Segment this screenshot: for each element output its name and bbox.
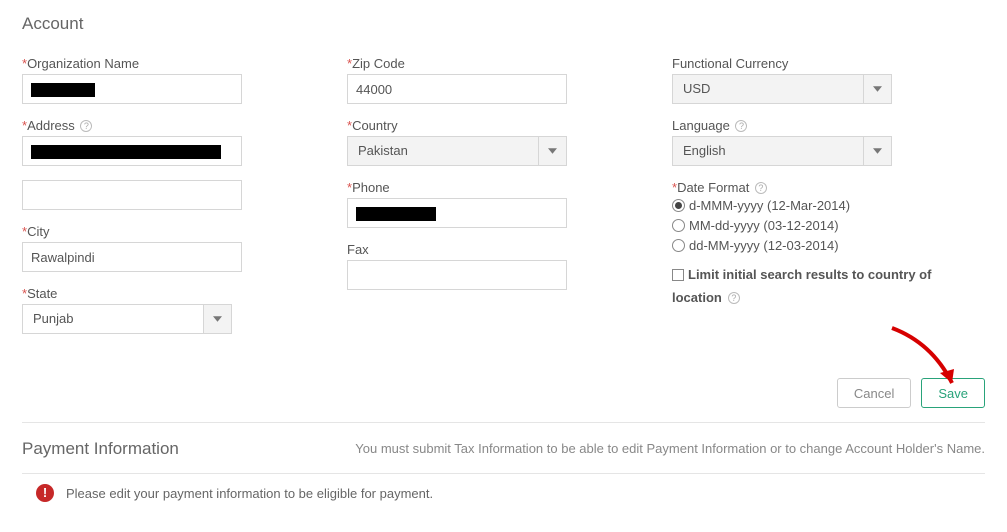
col-left: *Organization Name *Address ? *City *Sta… <box>22 56 247 348</box>
help-icon[interactable]: ? <box>755 182 767 194</box>
chevron-down-icon <box>203 305 231 333</box>
payment-info-section: Payment Information You must submit Tax … <box>22 423 985 473</box>
radio-icon <box>672 219 685 232</box>
currency-label: Functional Currency <box>672 56 952 71</box>
chevron-down-icon <box>538 137 566 165</box>
payment-info-title: Payment Information <box>22 439 179 459</box>
fax-input[interactable] <box>347 260 567 290</box>
state-label: *State <box>22 286 247 301</box>
dateformat-opt2[interactable]: MM-dd-yyyy (03-12-2014) <box>672 218 952 233</box>
radio-icon <box>672 199 685 212</box>
form-columns: *Organization Name *Address ? *City *Sta… <box>22 56 985 348</box>
fax-label: Fax <box>347 242 572 257</box>
save-button[interactable]: Save <box>921 378 985 408</box>
phone-label: *Phone <box>347 180 572 195</box>
col-mid: *Zip Code *Country Pakistan *Phone Fax <box>347 56 572 348</box>
language-label: Language ? <box>672 118 952 133</box>
help-icon[interactable]: ? <box>735 120 747 132</box>
city-input[interactable] <box>22 242 242 272</box>
chevron-down-icon <box>863 75 891 103</box>
currency-select[interactable]: USD <box>672 74 892 104</box>
chevron-down-icon <box>863 137 891 165</box>
payment-info-msg: You must submit Tax Information to be ab… <box>209 439 985 459</box>
cancel-button[interactable]: Cancel <box>837 378 911 408</box>
language-select[interactable]: English <box>672 136 892 166</box>
dateformat-opt1[interactable]: d-MMM-yyyy (12-Mar-2014) <box>672 198 952 213</box>
col-right: Functional Currency USD Language ? Engli… <box>672 56 952 348</box>
payment-alert: ! Please edit your payment information t… <box>22 474 985 502</box>
addr-input-2[interactable] <box>22 180 242 210</box>
checkbox-icon <box>672 269 684 281</box>
section-title: Account <box>22 14 985 34</box>
zip-input[interactable] <box>347 74 567 104</box>
help-icon[interactable]: ? <box>80 120 92 132</box>
zip-label: *Zip Code <box>347 56 572 71</box>
org-label: *Organization Name <box>22 56 247 71</box>
addr-label: *Address ? <box>22 118 247 133</box>
alert-icon: ! <box>36 484 54 502</box>
phone-input[interactable] <box>347 198 567 228</box>
dateformat-opt3[interactable]: dd-MM-yyyy (12-03-2014) <box>672 238 952 253</box>
state-select[interactable]: Punjab <box>22 304 232 334</box>
country-select[interactable]: Pakistan <box>347 136 567 166</box>
org-input[interactable] <box>22 74 242 104</box>
limit-results-checkbox[interactable]: Limit initial search results to country … <box>672 267 952 305</box>
country-label: *Country <box>347 118 572 133</box>
addr-input-1[interactable] <box>22 136 242 166</box>
dateformat-label: *Date Format ? <box>672 180 952 195</box>
city-label: *City <box>22 224 247 239</box>
help-icon[interactable]: ? <box>728 292 740 304</box>
alert-text: Please edit your payment information to … <box>66 486 433 501</box>
radio-icon <box>672 239 685 252</box>
button-row: Cancel Save <box>22 378 985 408</box>
